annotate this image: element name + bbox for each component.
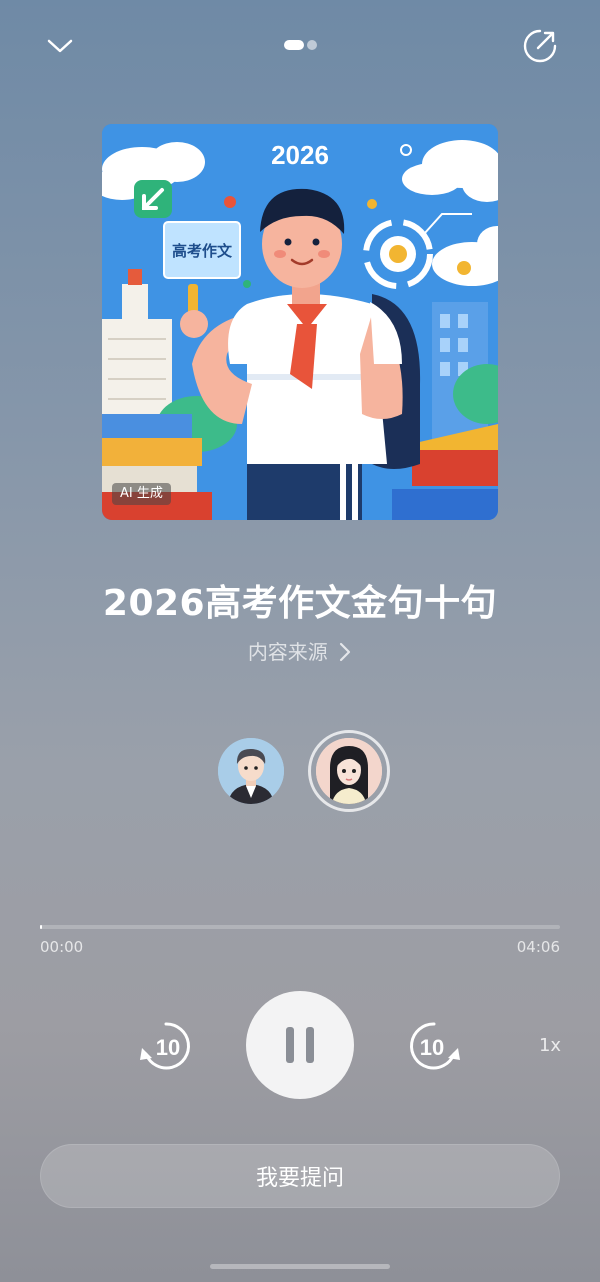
page-indicator [284, 40, 318, 50]
playback-speed-button[interactable]: 1x [530, 1032, 570, 1060]
content-source-label: 内容来源 [247, 640, 328, 664]
rewind-10-icon: 10 [140, 1022, 190, 1070]
collapse-button[interactable] [40, 26, 80, 66]
pause-icon [286, 1027, 314, 1063]
ai-generated-badge: AI 生成 [112, 483, 171, 505]
male-host-portrait [218, 738, 284, 804]
content-source-link[interactable]: 内容来源 [0, 636, 600, 665]
page-dot-active [284, 40, 304, 50]
progress-bar[interactable] [40, 925, 560, 929]
ask-question-label: 我要提问 [255, 1166, 344, 1191]
cover-illustration: 2026 高考作文 [102, 124, 498, 520]
female-host-avatar[interactable] [316, 738, 382, 804]
page-dot [307, 40, 317, 50]
cover-art: 2026 高考作文 [102, 124, 498, 520]
cover-year-text: 2026 [271, 140, 329, 170]
rewind-10-label: 10 [156, 1035, 180, 1060]
pause-button[interactable] [246, 991, 354, 1099]
total-time: 04:06 [516, 938, 560, 956]
current-time: 00:00 [40, 938, 84, 956]
cover-sign-text: 高考作文 [172, 242, 233, 260]
progress-fill [40, 925, 43, 929]
chevron-right-icon [340, 642, 351, 662]
forward-10-label: 10 [420, 1035, 444, 1060]
male-host-avatar[interactable] [218, 738, 284, 804]
chevron-down-icon [47, 39, 73, 53]
share-button[interactable] [518, 24, 562, 68]
female-host-portrait [316, 738, 382, 804]
ask-question-button[interactable]: 我要提问 [40, 1144, 560, 1208]
home-indicator [210, 1264, 390, 1269]
forward-10-button[interactable]: 10 [406, 1018, 462, 1074]
forward-10-icon: 10 [410, 1022, 460, 1070]
share-icon [523, 29, 557, 63]
rewind-10-button[interactable]: 10 [138, 1018, 194, 1074]
episode-title: 2026高考作文金句十句 [102, 583, 498, 624]
